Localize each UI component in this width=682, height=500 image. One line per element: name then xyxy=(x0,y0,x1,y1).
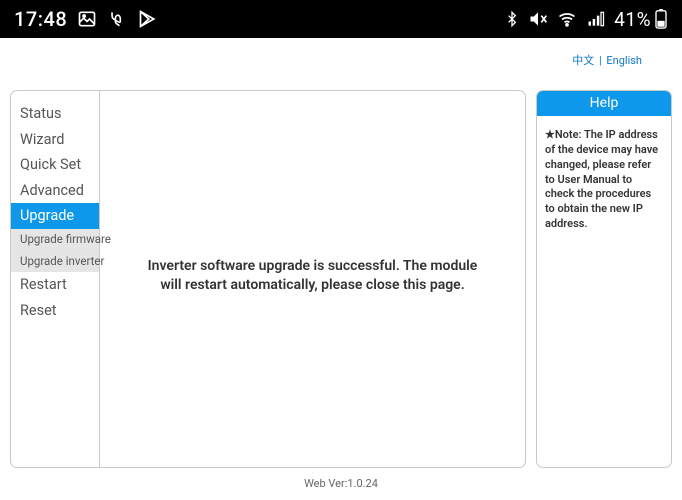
page-body: 中文 | English Status Wizard Quick Set Adv… xyxy=(0,38,682,500)
help-title: Help xyxy=(537,91,671,116)
loop-icon xyxy=(107,9,127,29)
sidebar: Status Wizard Quick Set Advanced Upgrade… xyxy=(11,91,100,467)
battery-status: 41% xyxy=(614,8,668,31)
sidebar-item-quick-set[interactable]: Quick Set xyxy=(11,152,99,178)
sidebar-item-restart[interactable]: Restart xyxy=(11,272,99,298)
sidebar-item-status[interactable]: Status xyxy=(11,101,99,127)
main-panel: Status Wizard Quick Set Advanced Upgrade… xyxy=(10,90,526,468)
statusbar-time: 17:48 xyxy=(14,7,67,31)
sidebar-item-advanced[interactable]: Advanced xyxy=(11,178,99,204)
sidebar-sub-upgrade-firmware[interactable]: Upgrade firmware xyxy=(11,229,99,251)
signal-icon xyxy=(586,9,606,29)
upgrade-success-message: Inverter software upgrade is successful.… xyxy=(147,257,479,295)
sidebar-item-reset[interactable]: Reset xyxy=(11,298,99,324)
help-note: ★Note: The IP address of the device may … xyxy=(537,116,671,240)
lang-en[interactable]: English xyxy=(606,54,642,67)
play-store-icon xyxy=(137,9,159,29)
lang-cn[interactable]: 中文 xyxy=(572,54,594,67)
bluetooth-icon xyxy=(504,9,520,29)
mute-icon xyxy=(528,9,548,29)
statusbar-left: 17:48 xyxy=(14,7,159,31)
sidebar-item-upgrade[interactable]: Upgrade xyxy=(11,203,99,229)
columns: Status Wizard Quick Set Advanced Upgrade… xyxy=(10,90,672,468)
sidebar-sub-upgrade-inverter[interactable]: Upgrade inverter xyxy=(11,251,99,273)
wifi-icon xyxy=(556,9,578,29)
battery-icon xyxy=(654,9,668,29)
content-area: Inverter software upgrade is successful.… xyxy=(100,91,525,467)
image-icon xyxy=(77,9,97,29)
statusbar-right: 41% xyxy=(504,8,668,31)
battery-text: 41% xyxy=(614,8,651,31)
android-statusbar: 17:48 xyxy=(0,0,682,38)
sidebar-item-wizard[interactable]: Wizard xyxy=(11,127,99,153)
web-version: Web Ver:1.0.24 xyxy=(0,477,682,490)
help-panel: Help ★Note: The IP address of the device… xyxy=(536,90,672,468)
lang-sep: | xyxy=(599,54,602,67)
language-switch: 中文 | English xyxy=(572,52,642,68)
